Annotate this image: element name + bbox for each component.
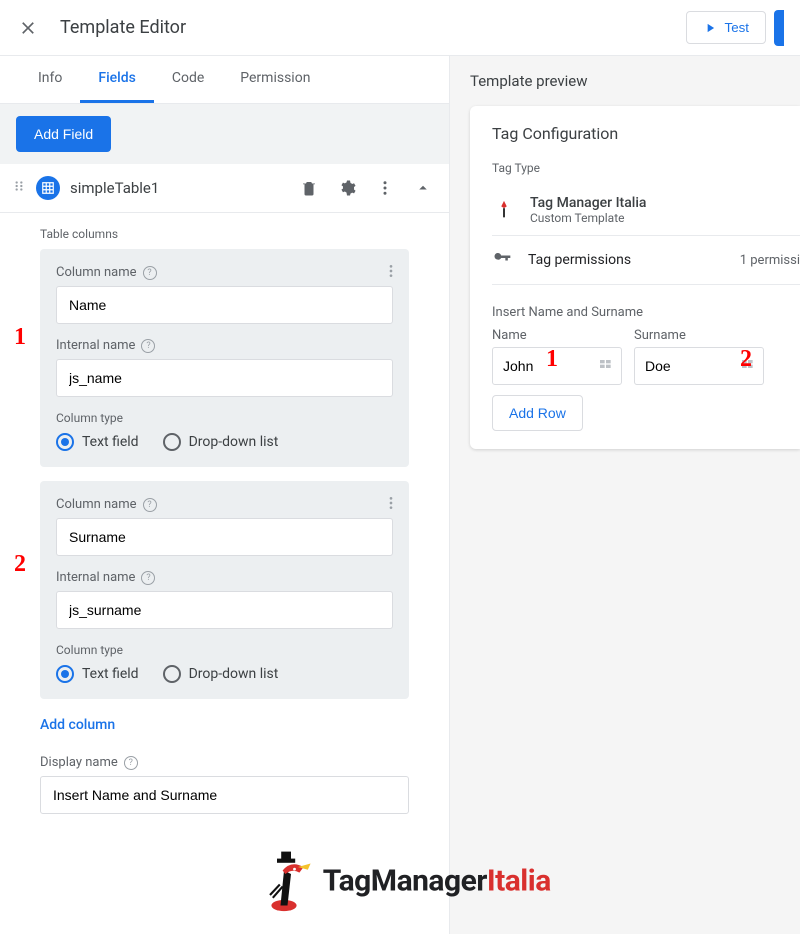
settings-button[interactable] <box>333 174 361 202</box>
key-icon <box>492 248 512 272</box>
play-icon <box>703 21 717 35</box>
chevron-up-icon <box>414 179 432 197</box>
internal-name-label: Internal name <box>56 570 135 585</box>
test-button-label: Test <box>725 20 749 35</box>
tab-info[interactable]: Info <box>20 56 80 103</box>
table-field-icon <box>36 176 60 200</box>
tag-subtitle: Custom Template <box>530 211 646 225</box>
more-vert-icon <box>383 263 399 279</box>
internal-name-input[interactable] <box>56 591 393 629</box>
column-more-button[interactable] <box>383 495 399 515</box>
variable-icon[interactable] <box>598 356 614 376</box>
tag-type-label: Tag Type <box>492 161 800 175</box>
column-card: Column name ? Internal name ? Column typ… <box>40 481 409 699</box>
radio-dropdown[interactable]: Drop-down list <box>163 665 279 683</box>
more-button[interactable] <box>371 174 399 202</box>
annotation-2: 2 <box>14 551 26 578</box>
save-button-cut[interactable] <box>774 10 784 46</box>
brand-text-2: Italia <box>487 864 551 899</box>
help-icon[interactable]: ? <box>141 571 155 585</box>
help-icon[interactable]: ? <box>143 498 157 512</box>
brand-logo: TagManagerItalia <box>0 846 800 916</box>
display-name-input[interactable] <box>40 776 409 814</box>
radio-dropdown[interactable]: Drop-down list <box>163 433 279 451</box>
help-icon[interactable]: ? <box>143 266 157 280</box>
field-name-label[interactable]: simpleTable1 <box>70 179 285 197</box>
column-card: Column name ? Internal name ? Column typ… <box>40 249 409 467</box>
test-button[interactable]: Test <box>686 11 766 44</box>
table-columns-label: Table columns <box>40 227 409 241</box>
permissions-count: 1 permissi <box>740 253 800 268</box>
close-icon <box>18 18 38 38</box>
internal-name-input[interactable] <box>56 359 393 397</box>
tag-config-title: Tag Configuration <box>492 124 800 143</box>
tab-fields[interactable]: Fields <box>80 56 153 103</box>
tab-permission[interactable]: Permission <box>222 56 328 103</box>
column-type-label: Column type <box>56 411 393 425</box>
tag-type-row[interactable]: Tag Manager Italia Custom Template <box>492 185 800 236</box>
close-button[interactable] <box>16 16 40 40</box>
col-header-name: Name <box>492 328 622 347</box>
radio-text-field[interactable]: Text field <box>56 665 139 683</box>
annotation-right-1: 1 <box>546 346 558 373</box>
preview-header: Template preview <box>450 56 800 106</box>
column-name-label: Column name <box>56 497 137 512</box>
tag-logo-icon <box>492 198 516 222</box>
tag-permissions-row[interactable]: Tag permissions 1 permissi <box>492 236 800 285</box>
permissions-label: Tag permissions <box>528 252 724 268</box>
annotation-1: 1 <box>14 324 26 351</box>
tag-name: Tag Manager Italia <box>530 195 646 211</box>
drag-handle-icon[interactable] <box>12 179 26 197</box>
gear-icon <box>338 179 356 197</box>
column-name-input[interactable] <box>56 286 393 324</box>
column-more-button[interactable] <box>383 263 399 283</box>
help-icon[interactable]: ? <box>141 339 155 353</box>
col-header-surname: Surname <box>634 328 764 347</box>
page-title: Template Editor <box>60 17 186 38</box>
radio-text-field[interactable]: Text field <box>56 433 139 451</box>
insert-label: Insert Name and Surname <box>492 305 800 320</box>
add-column-button[interactable]: Add column <box>40 713 115 737</box>
display-name-label: Display name <box>40 755 118 770</box>
add-row-button[interactable]: Add Row <box>492 395 583 431</box>
column-name-label: Column name <box>56 265 137 280</box>
collapse-button[interactable] <box>409 174 437 202</box>
brand-text-1: TagManager <box>323 864 487 899</box>
column-type-label: Column type <box>56 643 393 657</box>
more-vert-icon <box>376 179 394 197</box>
annotation-right-2: 2 <box>740 346 752 373</box>
more-vert-icon <box>383 495 399 511</box>
add-field-button[interactable]: Add Field <box>16 116 111 152</box>
help-icon[interactable]: ? <box>124 756 138 770</box>
tab-code[interactable]: Code <box>154 56 222 103</box>
column-name-input[interactable] <box>56 518 393 556</box>
internal-name-label: Internal name <box>56 338 135 353</box>
delete-button[interactable] <box>295 174 323 202</box>
trash-icon <box>300 179 318 197</box>
